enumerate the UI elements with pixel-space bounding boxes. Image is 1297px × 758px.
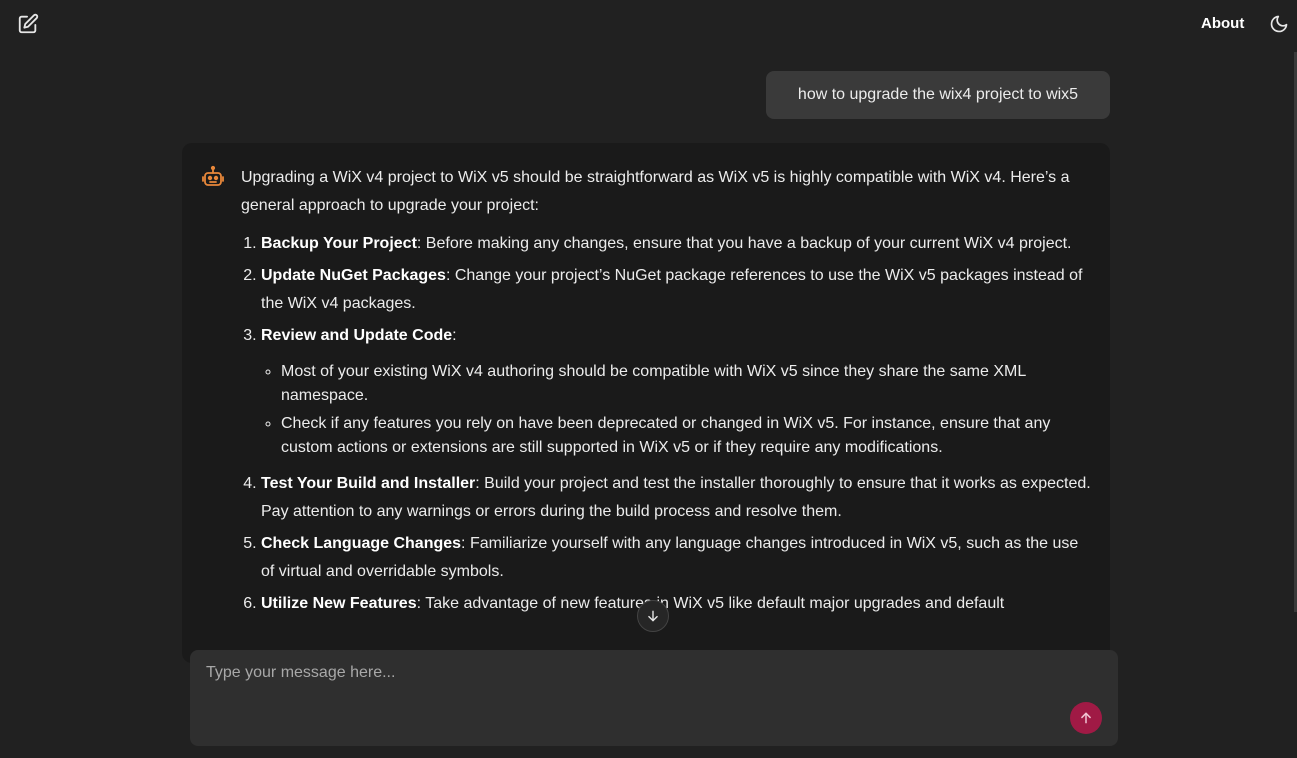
step-title: Test Your Build and Installer <box>261 475 476 492</box>
step-item: Check Language Changes: Familiarize your… <box>261 530 1096 586</box>
assistant-message-body: Upgrading a WiX v4 project to WiX v5 sho… <box>241 164 1096 622</box>
step-title: Review and Update Code <box>261 327 453 344</box>
step-title: Update NuGet Packages <box>261 267 446 284</box>
new-chat-button[interactable] <box>13 9 43 39</box>
arrow-up-icon <box>1081 712 1091 724</box>
step-item: Review and Update Code: Most of your exi… <box>261 322 1096 460</box>
arrow-down-icon <box>648 610 658 622</box>
assistant-message: Upgrading a WiX v4 project to WiX v5 sho… <box>182 143 1110 663</box>
robot-icon <box>201 165 225 189</box>
theme-toggle-button[interactable] <box>1264 9 1294 39</box>
step-item: Test Your Build and Installer: Build you… <box>261 470 1096 526</box>
edit-square-icon <box>18 13 39 34</box>
message-composer <box>190 650 1118 746</box>
step-title: Utilize New Features <box>261 595 417 612</box>
step-item: Utilize New Features: Take advantage of … <box>261 590 1096 618</box>
message-input[interactable] <box>206 664 1066 720</box>
step-item: Backup Your Project: Before making any c… <box>261 230 1096 258</box>
steps-list: Backup Your Project: Before making any c… <box>241 230 1096 618</box>
send-button[interactable] <box>1070 702 1102 734</box>
sub-item: Check if any features you rely on have b… <box>281 412 1096 460</box>
sub-list: Most of your existing WiX v4 authoring s… <box>261 360 1096 460</box>
about-link[interactable]: About <box>1201 15 1244 32</box>
step-title: Check Language Changes <box>261 535 462 552</box>
sub-item: Most of your existing WiX v4 authoring s… <box>281 360 1096 408</box>
scroll-down-button[interactable] <box>637 600 669 632</box>
moon-icon <box>1270 15 1288 33</box>
user-message: how to upgrade the wix4 project to wix5 <box>766 71 1110 119</box>
step-text: : <box>452 327 457 344</box>
step-text: : Take advantage of new features in WiX … <box>416 595 1005 612</box>
assistant-intro: Upgrading a WiX v4 project to WiX v5 sho… <box>241 169 1070 214</box>
step-item: Update NuGet Packages: Change your proje… <box>261 262 1096 318</box>
step-text: : Before making any changes, ensure that… <box>416 235 1072 252</box>
step-title: Backup Your Project <box>261 235 417 252</box>
chat-page: About how to upgrade the wix4 project to… <box>0 0 1297 758</box>
